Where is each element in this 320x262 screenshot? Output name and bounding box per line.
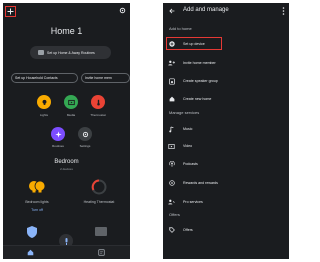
feed-nav-icon[interactable]	[98, 249, 105, 256]
video-label: Video	[183, 144, 193, 148]
add-and-manage-screen: Add and manage Add to home Set up device…	[163, 3, 289, 259]
settings-icon	[82, 131, 88, 137]
routines-label: Routines	[52, 144, 64, 148]
home-nav-icon[interactable]	[27, 249, 34, 256]
media-shortcut[interactable]	[64, 95, 78, 109]
bottom-nav-bar	[3, 245, 130, 259]
plus-icon	[7, 8, 14, 15]
speaker-group-icon	[168, 77, 175, 85]
add-button[interactable]	[5, 6, 16, 17]
offers-label: Offers	[183, 228, 193, 232]
house-icon	[38, 50, 44, 55]
page-title: Add and manage	[183, 7, 229, 13]
music-label: Music	[183, 127, 193, 131]
thermostat-label: Thermostat	[90, 113, 106, 117]
person-add-icon	[168, 60, 175, 67]
home-icon	[168, 96, 175, 103]
podcasts-item[interactable]: Podcasts	[168, 159, 198, 169]
household-contacts-chip[interactable]: Set up Household Contacts	[11, 73, 78, 83]
create-speaker-group-label: Create speaker group	[183, 79, 218, 83]
invite-home-member-label: Invite home member	[183, 61, 216, 65]
set-up-device-item[interactable]: Set up device	[168, 39, 205, 49]
routines-banner-label: Set up Home & Away Routines	[47, 50, 95, 55]
mic-icon	[65, 237, 67, 245]
routines-shortcut[interactable]	[51, 127, 65, 141]
section-offers: Offers	[169, 212, 180, 217]
bedroom-lights-tile[interactable]: Bedroom lights Turn off	[15, 179, 59, 212]
rewards-item[interactable]: Rewards and rewards	[168, 178, 218, 188]
rewards-icon	[168, 180, 175, 187]
gear-icon[interactable]	[119, 7, 126, 14]
tag-icon	[168, 227, 175, 234]
video-icon	[168, 143, 175, 150]
pro-services-label: Pro services	[183, 200, 203, 204]
pro-services-item[interactable]: Pro services	[168, 197, 203, 207]
thermostat-dial-icon	[91, 179, 107, 195]
section-manage-services: Manage services	[169, 110, 200, 115]
music-item[interactable]: Music	[168, 124, 192, 134]
heating-thermostat-tile[interactable]: Heating Thermostat	[77, 179, 121, 204]
sparkle-icon	[54, 130, 62, 138]
thermostat-shortcut[interactable]	[91, 95, 105, 109]
create-new-home-item[interactable]: Create new home	[168, 94, 211, 104]
media-label: Media	[66, 113, 76, 117]
home-title: Home 1	[50, 26, 83, 36]
pro-services-icon	[168, 199, 175, 206]
music-icon	[168, 126, 175, 133]
lights-label: Lights	[39, 113, 48, 117]
app-bar: Add and manage	[163, 3, 289, 20]
offers-item[interactable]: Offers	[168, 225, 193, 235]
invite-member-chip[interactable]: Invite home mem	[81, 73, 130, 83]
lights-group-icon	[29, 180, 46, 193]
video-item[interactable]: Video	[168, 141, 192, 151]
podcasts-label: Podcasts	[183, 162, 198, 166]
shield-device-icon	[27, 226, 37, 238]
section-add-to-home: Add to home	[169, 26, 192, 31]
media-icon	[67, 99, 75, 105]
bulb-icon	[42, 99, 46, 105]
podcast-icon	[168, 161, 175, 168]
turn-off-button[interactable]: Turn off	[15, 208, 59, 212]
lights-shortcut[interactable]	[37, 95, 51, 109]
rewards-label: Rewards and rewards	[183, 181, 218, 185]
more-options-icon[interactable]	[282, 7, 285, 15]
heating-thermostat-label: Heating Thermostat	[83, 200, 115, 204]
plus-circle-icon	[168, 41, 175, 48]
routines-banner[interactable]: Set up Home & Away Routines	[30, 46, 111, 59]
create-speaker-group-item[interactable]: Create speaker group	[168, 76, 218, 86]
room-title: Bedroom	[54, 159, 79, 165]
settings-label: Settings	[79, 144, 91, 148]
tv-device-icon	[95, 227, 107, 236]
back-arrow-icon[interactable]	[169, 8, 175, 14]
home-screen: Home 1 Set up Home & Away Routines Set u…	[3, 3, 130, 259]
room-device-count: 2 devices	[60, 167, 73, 171]
bedroom-lights-label: Bedroom lights	[25, 200, 49, 204]
thermostat-icon	[96, 99, 100, 106]
settings-shortcut[interactable]	[78, 127, 92, 141]
invite-home-member-item[interactable]: Invite home member	[168, 58, 216, 68]
create-new-home-label: Create new home	[183, 97, 212, 101]
set-up-device-label: Set up device	[183, 42, 205, 46]
screenshot-canvas: Home 1 Set up Home & Away Routines Set u…	[0, 0, 293, 262]
